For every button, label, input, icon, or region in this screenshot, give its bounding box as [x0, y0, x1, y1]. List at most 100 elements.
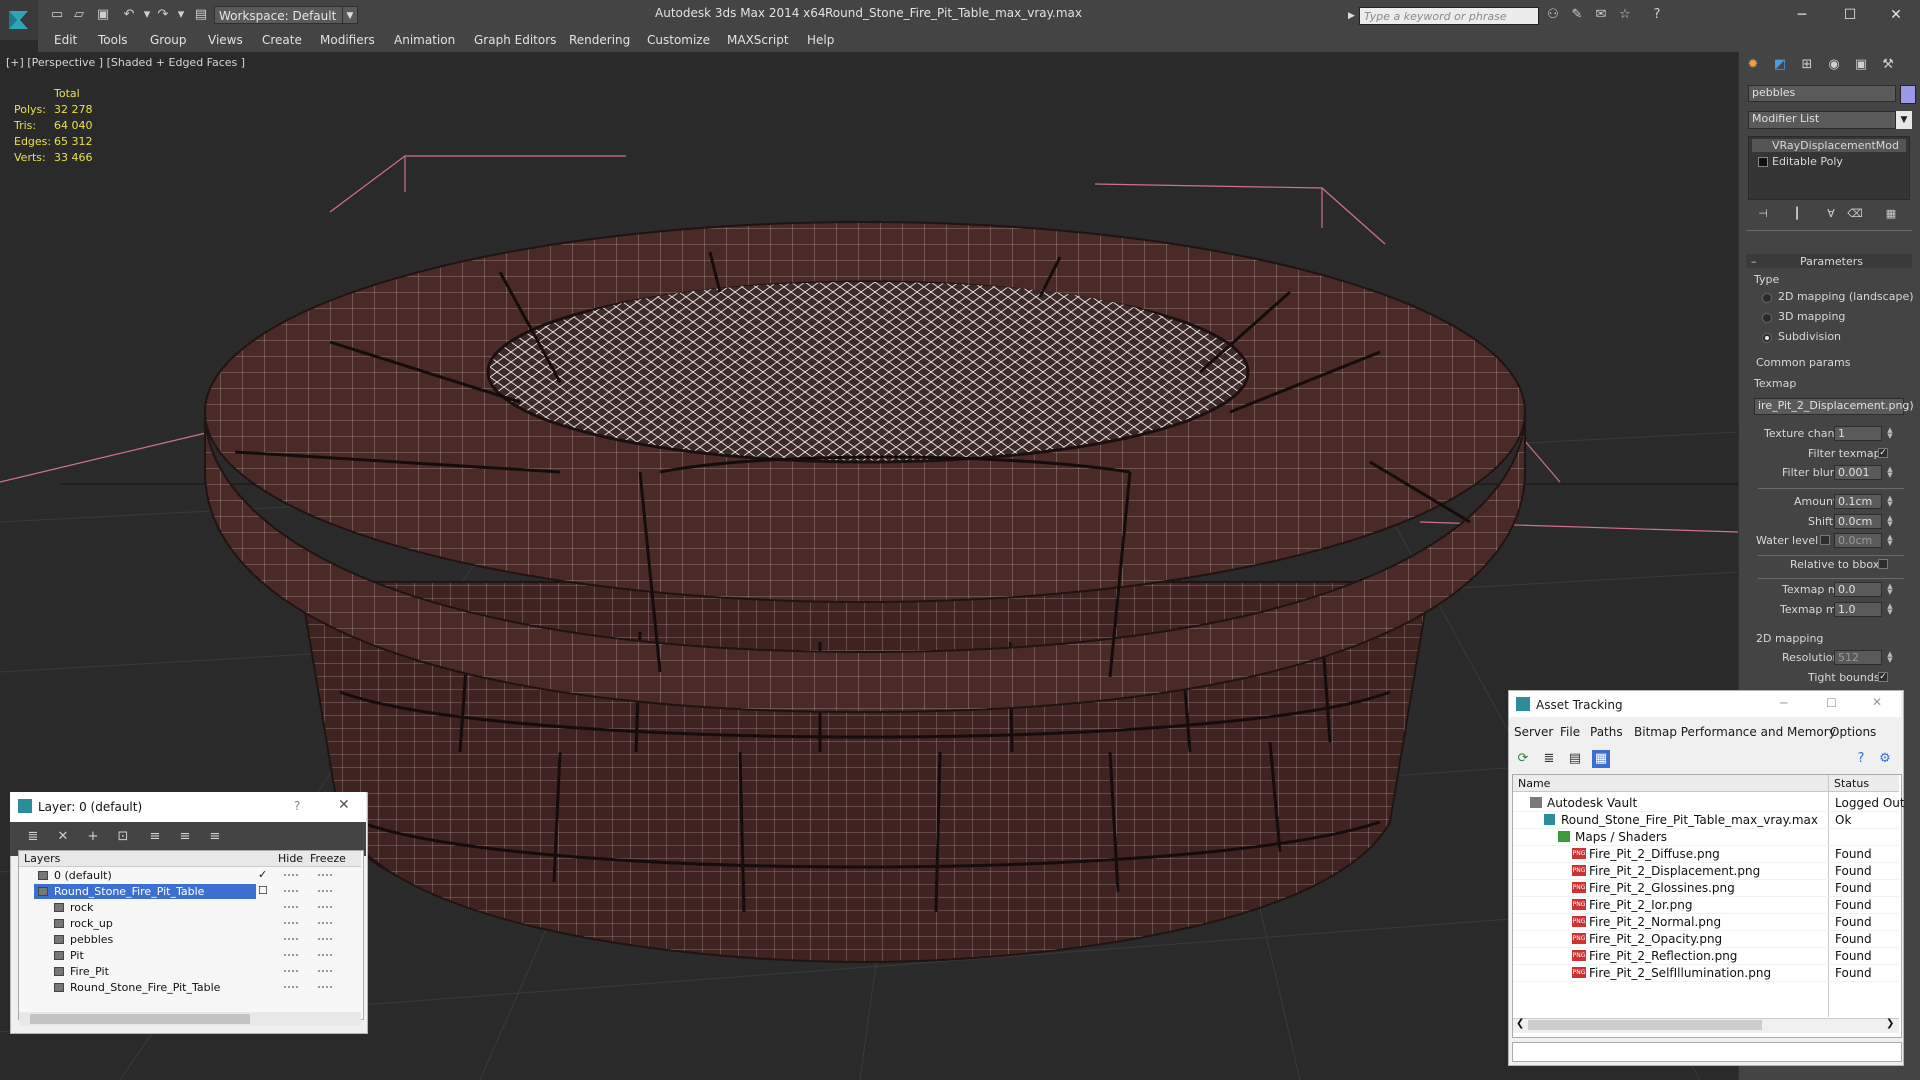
redo-list-icon[interactable]: ▾: [172, 6, 190, 24]
layer-row-name[interactable]: Pit: [70, 949, 84, 962]
menu-tools[interactable]: Tools: [98, 33, 128, 47]
current-layer-check[interactable]: [258, 916, 269, 927]
search-expand-icon[interactable]: ▶: [1348, 7, 1359, 25]
water-level-checkbox[interactable]: [1820, 535, 1830, 545]
shift-spinner[interactable]: ▲ ▼: [1886, 515, 1894, 528]
stack-item-editable-poly[interactable]: Editable Poly: [1772, 155, 1843, 168]
menu-create[interactable]: Create: [262, 33, 302, 47]
asset-name[interactable]: Fire_Pit_2_Ior.png: [1589, 898, 1692, 912]
col-status-header[interactable]: Status: [1834, 777, 1869, 790]
menu-views[interactable]: Views: [208, 33, 243, 47]
workspace-dropdown[interactable]: Workspace: Default: [214, 6, 358, 24]
highlight-selected-icon[interactable]: ≡: [146, 828, 164, 846]
asset-minimize-button[interactable]: ─: [1780, 696, 1787, 710]
project-folder-icon[interactable]: ▤: [192, 6, 210, 24]
freeze-toggle[interactable]: [318, 890, 332, 894]
layer-row-name[interactable]: Fire_Pit: [70, 965, 109, 978]
modifier-list-dropdown[interactable]: Modifier List: [1748, 111, 1896, 129]
asset-row[interactable]: [1513, 829, 1899, 846]
asset-menu-paths[interactable]: Paths: [1590, 725, 1623, 739]
asset-name[interactable]: Fire_Pit_2_Diffuse.png: [1589, 847, 1720, 861]
scroll-left-icon[interactable]: ❮: [1516, 1018, 1524, 1029]
motion-tab-icon[interactable]: ◉: [1825, 56, 1843, 74]
asset-menu-server[interactable]: Server: [1514, 725, 1553, 739]
radio-3d-mapping-label[interactable]: 3D mapping: [1778, 310, 1845, 323]
asset-name[interactable]: Fire_Pit_2_SelfIllumination.png: [1589, 966, 1771, 980]
filter-blur-spinner[interactable]: ▲ ▼: [1886, 466, 1894, 479]
chevron-down-icon[interactable]: ▼: [342, 6, 358, 24]
current-layer-check[interactable]: [258, 900, 269, 911]
asset-name[interactable]: Fire_Pit_2_Opacity.png: [1589, 932, 1722, 946]
col-freeze-header[interactable]: Freeze: [310, 852, 346, 865]
relative-bbox-checkbox[interactable]: [1878, 559, 1888, 569]
minimize-window-button[interactable]: ─: [1790, 4, 1814, 26]
utilities-tab-icon[interactable]: ⚒: [1879, 56, 1897, 74]
object-name-input[interactable]: pebbles: [1748, 85, 1896, 102]
rollout-collapse-icon[interactable]: –: [1751, 255, 1757, 268]
current-layer-check[interactable]: [258, 948, 269, 959]
col-hide-header[interactable]: Hide: [278, 852, 303, 865]
redo-icon[interactable]: ↷: [154, 6, 172, 24]
object-color-swatch[interactable]: [1900, 85, 1916, 104]
texture-chan-input[interactable]: 1: [1834, 426, 1882, 441]
texmap-min-spinner[interactable]: ▲ ▼: [1886, 583, 1894, 596]
layer-row-name[interactable]: rock_up: [70, 917, 113, 930]
favorites-star-icon[interactable]: ☆: [1616, 6, 1634, 24]
delete-layer-icon[interactable]: ✕: [54, 828, 72, 846]
freeze-toggle[interactable]: [318, 970, 332, 974]
modify-tab-icon[interactable]: ◩: [1771, 56, 1789, 74]
menu-modifiers[interactable]: Modifiers: [320, 33, 375, 47]
table-view-icon[interactable]: ▦: [1592, 750, 1610, 768]
layer-row-name[interactable]: Round_Stone_Fire_Pit_Table: [54, 885, 204, 898]
app-logo-icon[interactable]: [0, 0, 38, 40]
subscription-icon[interactable]: ✎: [1568, 6, 1586, 24]
show-end-result-icon[interactable]: ┃: [1788, 205, 1806, 223]
freeze-toggle[interactable]: [318, 906, 332, 910]
pin-stack-icon[interactable]: ⊣: [1754, 205, 1772, 223]
radio-3d-mapping[interactable]: [1762, 313, 1772, 323]
list-view-icon[interactable]: ≣: [1540, 750, 1558, 768]
binoculars-icon[interactable]: ⚇: [1544, 6, 1562, 24]
asset-name[interactable]: Maps / Shaders: [1575, 830, 1667, 844]
layer-hscroll-thumb[interactable]: [30, 1014, 250, 1024]
asset-name[interactable]: Fire_Pit_2_Displacement.png: [1589, 864, 1760, 878]
layer-row-name[interactable]: rock: [70, 901, 93, 914]
menu-animation[interactable]: Animation: [394, 33, 455, 47]
water-level-input[interactable]: 0.0cm: [1834, 533, 1882, 548]
current-layer-check[interactable]: [258, 964, 269, 975]
configure-sets-icon[interactable]: ▦: [1882, 205, 1900, 223]
hide-all-icon[interactable]: ≡: [176, 828, 194, 846]
tight-bounds-checkbox[interactable]: ✓: [1878, 672, 1888, 682]
asset-menu-file[interactable]: File: [1560, 725, 1580, 739]
asset-name[interactable]: Round_Stone_Fire_Pit_Table_max_vray.max: [1561, 813, 1818, 827]
maximize-window-button[interactable]: ☐: [1838, 4, 1862, 26]
asset-name[interactable]: Fire_Pit_2_Normal.png: [1589, 915, 1721, 929]
hide-toggle[interactable]: [284, 906, 298, 910]
col-name-header[interactable]: Name: [1518, 777, 1550, 790]
freeze-all-icon[interactable]: ≡: [206, 828, 224, 846]
refresh-icon[interactable]: ⟳: [1514, 750, 1532, 768]
menu-rendering[interactable]: Rendering: [569, 33, 630, 47]
menu-group[interactable]: Group: [150, 33, 187, 47]
hide-toggle[interactable]: [284, 970, 298, 974]
water-level-spinner[interactable]: ▲ ▼: [1886, 534, 1894, 547]
stack-expand-icon[interactable]: [1758, 157, 1768, 167]
asset-menu-options[interactable]: Options: [1830, 725, 1876, 739]
viewport-label[interactable]: [+] [Perspective ] [Shaded + Edged Faces…: [6, 56, 245, 69]
scroll-right-icon[interactable]: ❯: [1886, 1018, 1894, 1029]
texmap-max-spinner[interactable]: ▲ ▼: [1886, 603, 1894, 616]
freeze-toggle[interactable]: [318, 874, 332, 878]
stack-item-vraydisplacement[interactable]: VRayDisplacementMod: [1772, 139, 1899, 152]
filter-texmap-checkbox[interactable]: ✓: [1878, 448, 1888, 458]
hide-toggle[interactable]: [284, 986, 298, 990]
make-unique-icon[interactable]: ∀: [1822, 205, 1840, 223]
resolution-spinner[interactable]: ▲ ▼: [1886, 651, 1894, 664]
current-layer-check[interactable]: [258, 980, 269, 991]
asset-name[interactable]: Autodesk Vault: [1547, 796, 1637, 810]
new-file-icon[interactable]: ▭: [48, 6, 66, 24]
hierarchy-tab-icon[interactable]: ⊞: [1798, 56, 1816, 74]
add-to-layer-icon[interactable]: +: [84, 828, 102, 846]
menu-customize[interactable]: Customize: [647, 33, 710, 47]
layer-row-name[interactable]: Round_Stone_Fire_Pit_Table: [70, 981, 220, 994]
remove-modifier-icon[interactable]: ⌫: [1846, 205, 1864, 223]
